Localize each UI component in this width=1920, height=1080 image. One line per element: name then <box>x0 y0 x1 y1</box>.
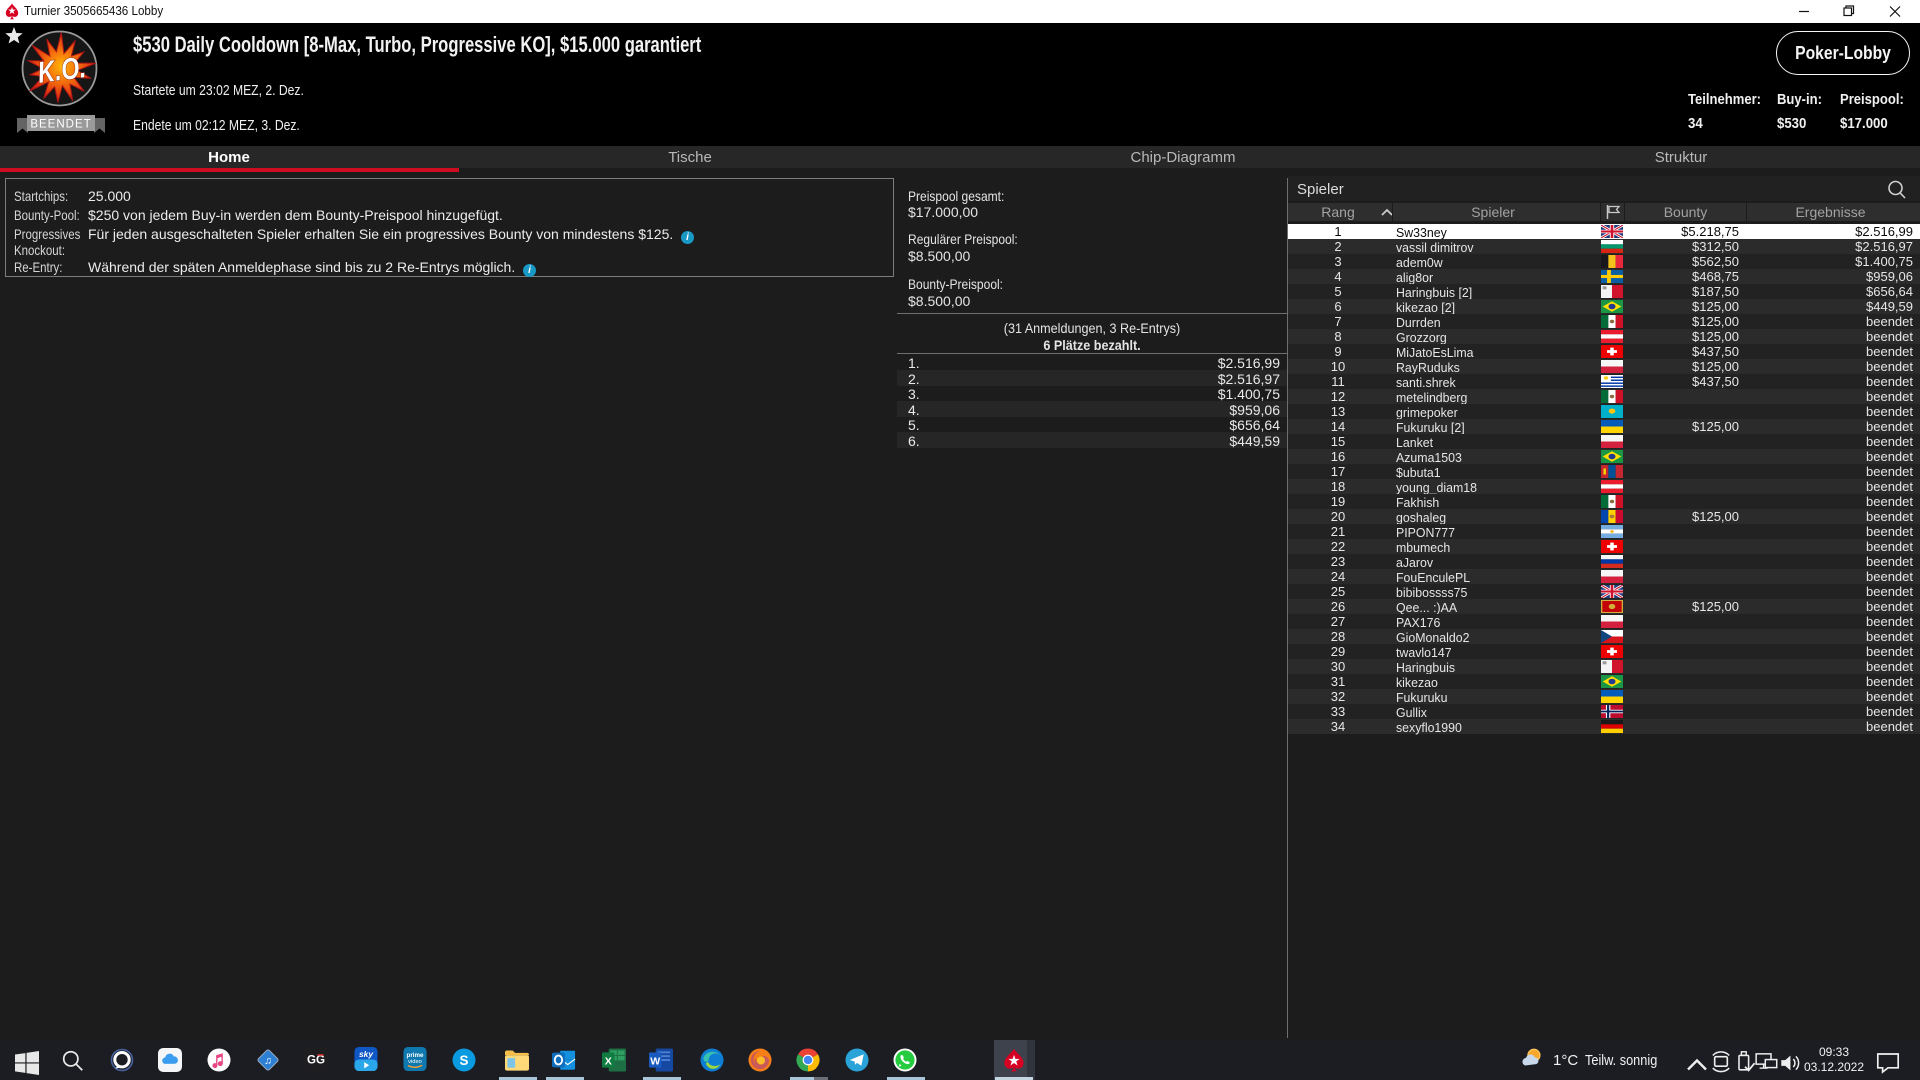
svg-text:BEENDET: BEENDET <box>30 119 91 131</box>
svg-text:♫: ♫ <box>264 1055 272 1067</box>
svg-text:sky: sky <box>359 1049 374 1059</box>
svg-text:W: W <box>650 1055 660 1067</box>
svg-text:K.O.: K.O. <box>36 51 88 90</box>
svg-text:video: video <box>408 1059 422 1065</box>
svg-text:X: X <box>605 1055 612 1067</box>
svg-text:S: S <box>460 1053 469 1068</box>
svg-text:prime: prime <box>407 1052 424 1059</box>
svg-text:GG: GG <box>307 1054 325 1066</box>
